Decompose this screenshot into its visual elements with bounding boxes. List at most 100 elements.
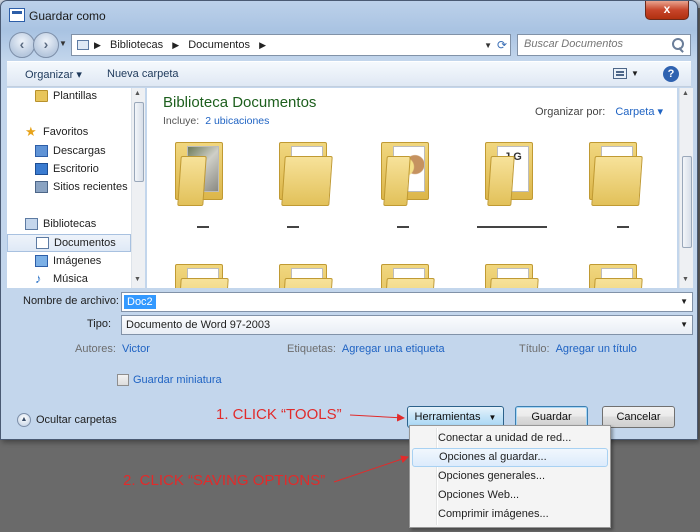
tools-dropdown-icon: ▼: [488, 413, 497, 422]
scroll-down-icon[interactable]: ▼: [134, 276, 141, 283]
menu-item-map-network-drive[interactable]: Conectar a unidad de red...: [412, 429, 608, 448]
folder-icon: [35, 90, 48, 102]
scroll-thumb[interactable]: [682, 156, 692, 248]
desktop-icon: [35, 163, 48, 175]
help-icon[interactable]: ?: [663, 66, 679, 82]
title-field: Título: Agregar un título: [519, 343, 637, 355]
music-icon: ♪: [35, 271, 42, 286]
arrow-to-save-options: [333, 455, 409, 483]
arrange-by: Organizar por: Carpeta ▾: [535, 106, 664, 118]
filetype-label: Tipo:: [87, 318, 112, 330]
scroll-up-icon[interactable]: ▲: [134, 90, 141, 97]
search-box[interactable]: [517, 34, 691, 56]
folder-item[interactable]: [583, 258, 643, 288]
collapse-icon: ▲: [17, 413, 31, 427]
library-header: Biblioteca Documentos Incluye: 2 ubicacio…: [147, 88, 677, 132]
forward-button[interactable]: ›: [33, 32, 59, 58]
folder-item[interactable]: [479, 258, 539, 288]
authors-field: Autores: Victor: [75, 343, 150, 355]
scroll-thumb[interactable]: [134, 102, 144, 182]
navigation-row: ‹ › ▼ ▶ Bibliotecas ▶ Documentos ▶ ▼ ⟳: [1, 31, 697, 59]
recent-locations-dropdown[interactable]: ▼: [59, 39, 67, 48]
tools-menu: Conectar a unidad de red... Opciones al …: [409, 425, 611, 528]
window-title: Guardar como: [29, 9, 106, 23]
breadcrumb-documentos[interactable]: Documentos: [188, 39, 250, 51]
save-thumbnail-checkbox[interactable]: [117, 374, 129, 387]
nav-item-bibliotecas[interactable]: Bibliotecas: [7, 216, 131, 234]
folder-item[interactable]: [273, 258, 333, 288]
search-icon[interactable]: [672, 38, 684, 52]
tags-field: Etiquetas: Agregar una etiqueta: [287, 343, 445, 355]
command-bar: Organizar ▾ Nueva carpeta ▼ ?: [7, 61, 691, 87]
folder-item[interactable]: J G: [479, 136, 539, 212]
annotation-step-2: 2. CLICK “SAVING OPTIONS”: [123, 472, 326, 489]
filename-dropdown-icon[interactable]: ▼: [680, 297, 688, 306]
hide-folders-toggle[interactable]: ▲ Ocultar carpetas: [17, 413, 117, 427]
address-dropdown-icon[interactable]: ▼: [484, 41, 492, 50]
nav-item-musica[interactable]: ♪ Música: [7, 271, 131, 288]
libraries-icon: [25, 218, 38, 230]
filename-value[interactable]: Doc2: [124, 295, 156, 309]
filename-row: Nombre de archivo: Doc2 ▼: [7, 291, 693, 313]
add-tag-link[interactable]: Agregar una etiqueta: [342, 343, 445, 355]
change-view-icon[interactable]: [613, 68, 627, 79]
recent-places-icon: [35, 181, 48, 193]
refresh-icon[interactable]: ⟳: [497, 38, 507, 52]
authors-value[interactable]: Victor: [122, 343, 150, 355]
save-thumbnail-option[interactable]: Guardar miniatura: [117, 374, 222, 387]
documents-icon: [36, 237, 49, 249]
file-list-area: Biblioteca Documentos Incluye: 2 ubicacio…: [147, 88, 677, 288]
star-icon: ★: [25, 124, 37, 139]
cancel-button[interactable]: Cancelar: [602, 406, 675, 428]
navigation-pane: Plantillas ★ Favoritos Descargas Escrito…: [7, 88, 145, 288]
breadcrumb-separator-icon[interactable]: ▶: [172, 40, 179, 50]
nav-item-documentos[interactable]: Documentos: [7, 234, 131, 252]
title-bar: Guardar como x: [1, 1, 697, 31]
navigation-pane-scrollbar[interactable]: ▲ ▼: [131, 88, 145, 288]
back-forward-buttons: ‹ ›: [9, 32, 65, 58]
folder-item[interactable]: [169, 258, 229, 288]
back-button[interactable]: ‹: [9, 32, 35, 58]
annotation-step-1: 1. CLICK “TOOLS”: [216, 406, 342, 423]
folder-item[interactable]: [169, 136, 229, 212]
scroll-down-icon[interactable]: ▼: [682, 276, 689, 283]
arrange-by-dropdown[interactable]: Carpeta ▾: [615, 106, 663, 118]
menu-item-general-options[interactable]: Opciones generales...: [412, 467, 608, 486]
search-input[interactable]: [524, 38, 664, 50]
add-title-link[interactable]: Agregar un título: [556, 343, 637, 355]
menu-item-compress-pictures[interactable]: Comprimir imágenes...: [412, 505, 608, 524]
filetype-row: Tipo: Documento de Word 97-2003 ▼: [7, 314, 693, 336]
folder-item[interactable]: [583, 136, 643, 212]
organize-menu-button[interactable]: Organizar ▾: [25, 68, 82, 81]
filetype-select[interactable]: Documento de Word 97-2003 ▼: [121, 315, 693, 335]
locations-link[interactable]: 2 ubicaciones: [205, 115, 269, 127]
nav-item-plantillas[interactable]: Plantillas: [7, 88, 131, 106]
breadcrumb-bibliotecas[interactable]: Bibliotecas: [110, 39, 163, 51]
menu-item-save-options[interactable]: Opciones al guardar...: [412, 448, 608, 467]
filename-field[interactable]: Doc2 ▼: [121, 292, 693, 312]
address-bar[interactable]: ▶ Bibliotecas ▶ Documentos ▶ ▼ ⟳: [71, 34, 511, 56]
breadcrumb-separator-icon[interactable]: ▶: [94, 40, 101, 50]
cut-off-folder-labels: [147, 226, 677, 232]
pictures-icon: [35, 255, 48, 267]
filename-label: Nombre de archivo:: [23, 295, 119, 307]
menu-item-web-options[interactable]: Opciones Web...: [412, 486, 608, 505]
scroll-up-icon[interactable]: ▲: [682, 90, 689, 97]
downloads-icon: [35, 145, 48, 157]
view-dropdown-icon[interactable]: ▼: [631, 69, 639, 78]
nav-item-sitios-recientes[interactable]: Sitios recientes: [7, 179, 131, 197]
nav-item-imagenes[interactable]: Imágenes: [7, 253, 131, 271]
breadcrumb-separator-icon[interactable]: ▶: [259, 40, 266, 50]
filetype-dropdown-icon[interactable]: ▼: [680, 320, 688, 329]
new-folder-button[interactable]: Nueva carpeta: [107, 68, 179, 80]
nav-item-escritorio[interactable]: Escritorio: [7, 161, 131, 179]
close-button[interactable]: x: [645, 1, 689, 20]
library-title: Biblioteca Documentos: [163, 94, 317, 111]
folder-item[interactable]: [375, 258, 435, 288]
nav-item-favoritos[interactable]: ★ Favoritos: [7, 124, 131, 142]
file-list-scrollbar[interactable]: ▲ ▼: [679, 88, 693, 288]
folder-item[interactable]: [273, 136, 333, 212]
nav-item-descargas[interactable]: Descargas: [7, 143, 131, 161]
folder-item[interactable]: [375, 136, 435, 212]
includes-info: Incluye: 2 ubicaciones: [163, 115, 270, 127]
